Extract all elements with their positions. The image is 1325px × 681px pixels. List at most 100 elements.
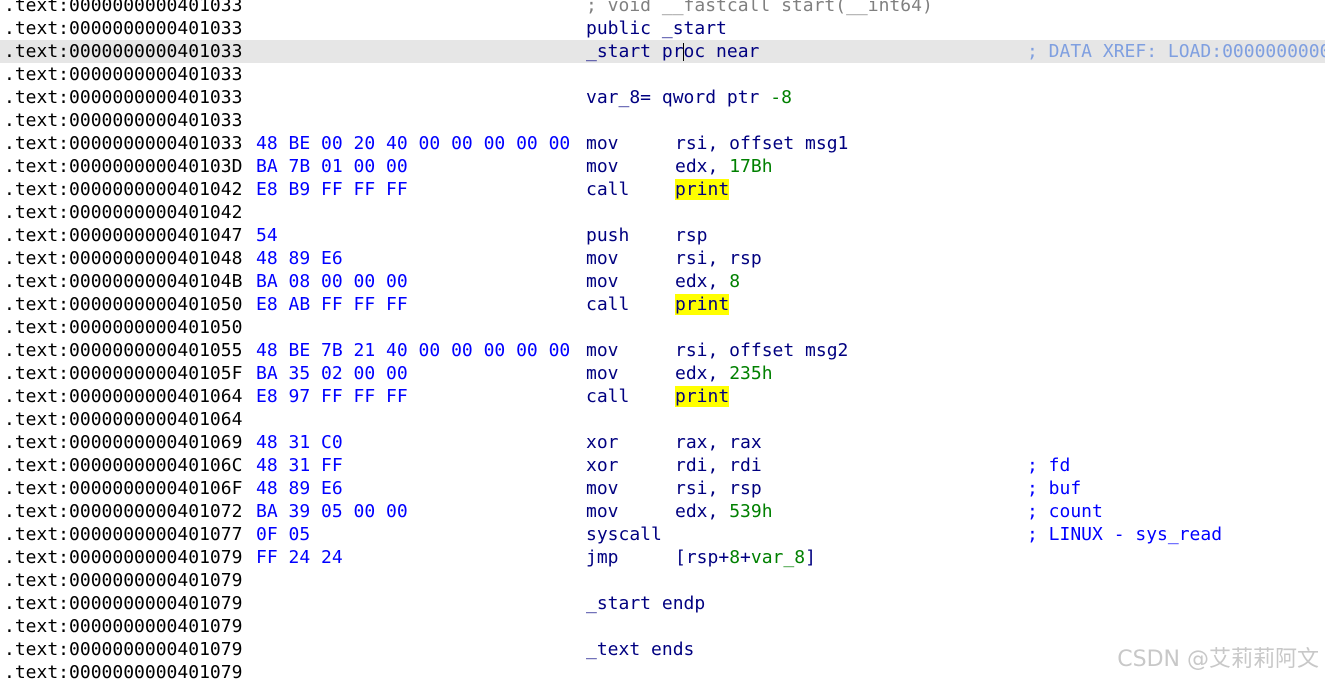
row-address[interactable]: .text:0000000000401079	[4, 569, 242, 592]
row-mnemonic[interactable]: public _start	[586, 17, 727, 40]
row-address[interactable]: .text:0000000000401047	[4, 224, 242, 247]
symbol-print[interactable]: print	[675, 179, 730, 200]
row-mnemonic[interactable]: mov	[586, 362, 619, 385]
row-operands[interactable]: print	[675, 293, 730, 316]
symbol-print[interactable]: print	[675, 386, 730, 407]
row-mnemonic[interactable]: mov	[586, 270, 619, 293]
row-address[interactable]: .text:0000000000401048	[4, 247, 242, 270]
row-mnemonic[interactable]: push	[586, 224, 629, 247]
row-operands[interactable]: rsi, offset msg2	[675, 339, 848, 362]
row-address[interactable]: .text:0000000000401064	[4, 385, 242, 408]
row-address[interactable]: .text:0000000000401079	[4, 638, 242, 661]
row-address[interactable]: .text:0000000000401050	[4, 316, 242, 339]
row-address[interactable]: .text:0000000000401033	[4, 0, 242, 17]
row-mnemonic[interactable]: call	[586, 178, 629, 201]
row-address[interactable]: .text:0000000000401050	[4, 293, 242, 316]
row-address[interactable]: .text:000000000040106C	[4, 454, 242, 477]
listing-row[interactable]: .text:000000000040103D BA 7B 01 00 00 mov e…	[0, 155, 1325, 178]
row-address[interactable]: .text:0000000000401033	[4, 40, 242, 63]
row-address[interactable]: .text:0000000000401033	[4, 17, 242, 40]
row-operands[interactable]: rsi, offset msg1	[675, 132, 848, 155]
listing-row[interactable]: .text:0000000000401033 ; void __fastcall …	[0, 0, 1325, 17]
row-address[interactable]: .text:0000000000401079	[4, 615, 242, 638]
row-mnemonic[interactable]: call	[586, 385, 629, 408]
row-operands[interactable]: rsp	[675, 224, 708, 247]
listing-row[interactable]: .text:0000000000401033 48 BE 00 20 40 00 …	[0, 132, 1325, 155]
listing-row[interactable]: .text:0000000000401042	[0, 201, 1325, 224]
row-address[interactable]: .text:000000000040106F	[4, 477, 242, 500]
disassembly-listing[interactable]: .text:0000000000401033 ; void __fastcall …	[0, 0, 1325, 681]
row-address[interactable]: .text:0000000000401079	[4, 661, 242, 681]
listing-row[interactable]: .text:0000000000401064	[0, 408, 1325, 431]
listing-row[interactable]: .text:0000000000401048 48 89 E6 mov rsi, rs…	[0, 247, 1325, 270]
row-address[interactable]: .text:000000000040105F	[4, 362, 242, 385]
row-operands[interactable]: print	[675, 385, 730, 408]
listing-row[interactable]: .text:0000000000401042 E8 B9 FF FF FF call…	[0, 178, 1325, 201]
row-operands[interactable]: edx, 539h	[675, 500, 773, 523]
listing-row[interactable]: .text:0000000000401033	[0, 63, 1325, 86]
row-mnemonic[interactable]: mov	[586, 247, 619, 270]
row-mnemonic[interactable]: mov	[586, 132, 619, 155]
row-operands[interactable]: edx, 8	[675, 270, 740, 293]
listing-row[interactable]: .text:000000000040106C 48 31 FF xor rdi, rd…	[0, 454, 1325, 477]
row-mnemonic[interactable]: _start endp	[586, 592, 705, 615]
listing-row[interactable]: .text:000000000040104B BA 08 00 00 00 mov e…	[0, 270, 1325, 293]
row-operands[interactable]: edx, 17Bh	[675, 155, 773, 178]
listing-row[interactable]: .text:0000000000401079 _start endp	[0, 592, 1325, 615]
row-address[interactable]: .text:0000000000401077	[4, 523, 242, 546]
row-operands[interactable]: rsi, rsp	[675, 477, 762, 500]
listing-row[interactable]: .text:0000000000401047 54 push rsp	[0, 224, 1325, 247]
listing-row[interactable]: .text:0000000000401069 48 31 C0 xor rax, ra…	[0, 431, 1325, 454]
listing-row[interactable]: .text:0000000000401079	[0, 569, 1325, 592]
row-address[interactable]: .text:000000000040104B	[4, 270, 242, 293]
row-address[interactable]: .text:0000000000401033	[4, 86, 242, 109]
listing-row[interactable]: .text:000000000040106F 48 89 E6 mov rsi, rs…	[0, 477, 1325, 500]
row-mnemonic[interactable]: mov	[586, 339, 619, 362]
row-mnemonic[interactable]: ; void __fastcall start(__int64)	[586, 0, 933, 17]
listing-row[interactable]: .text:0000000000401033	[0, 109, 1325, 132]
row-address[interactable]: .text:0000000000401042	[4, 178, 242, 201]
row-address[interactable]: .text:0000000000401033	[4, 132, 242, 155]
row-operands[interactable]: print	[675, 178, 730, 201]
row-address[interactable]: .text:0000000000401033	[4, 109, 242, 132]
row-address[interactable]: .text:0000000000401042	[4, 201, 242, 224]
listing-row[interactable]: .text:0000000000401050	[0, 316, 1325, 339]
row-address[interactable]: .text:0000000000401069	[4, 431, 242, 454]
row-mnemonic[interactable]: _text ends	[586, 638, 694, 661]
row-operands[interactable]: edx, 235h	[675, 362, 773, 385]
listing-row[interactable]: .text:0000000000401079 FF 24 24 jmp [rsp+8+…	[0, 546, 1325, 569]
row-address[interactable]: .text:000000000040103D	[4, 155, 242, 178]
listing-row[interactable]: .text:0000000000401079	[0, 615, 1325, 638]
listing-row[interactable]: .text:0000000000401055 48 BE 7B 21 40 00 …	[0, 339, 1325, 362]
row-mnemonic[interactable]: xor	[586, 454, 619, 477]
row-address[interactable]: .text:0000000000401079	[4, 546, 242, 569]
row-mnemonic[interactable]: mov	[586, 477, 619, 500]
listing-row[interactable]: .text:0000000000401050 E8 AB FF FF FF call…	[0, 293, 1325, 316]
row-opcode-bytes: 0F 05	[256, 524, 311, 545]
row-address[interactable]: .text:0000000000401079	[4, 592, 242, 615]
listing-row[interactable]: .text:0000000000401077 0F 05 syscall ; LINU…	[0, 523, 1325, 546]
row-operands[interactable]: [rsp+8+var_8]	[675, 546, 816, 569]
row-address[interactable]: .text:0000000000401033	[4, 63, 242, 86]
row-mnemonic[interactable]: syscall	[586, 523, 662, 546]
row-mnemonic[interactable]: var_8= qword ptr -8	[586, 86, 792, 109]
row-mnemonic[interactable]: jmp	[586, 546, 619, 569]
row-mnemonic[interactable]: mov	[586, 155, 619, 178]
listing-row[interactable]: .text:0000000000401033 public _start	[0, 17, 1325, 40]
row-mnemonic[interactable]: call	[586, 293, 629, 316]
listing-row[interactable]: .text:0000000000401072 BA 39 05 00 00 mov e…	[0, 500, 1325, 523]
listing-row[interactable]: .text:0000000000401033 _start proc near ; …	[0, 40, 1325, 63]
row-operands[interactable]: rsi, rsp	[675, 247, 762, 270]
row-mnemonic[interactable]: mov	[586, 500, 619, 523]
row-address[interactable]: .text:0000000000401064	[4, 408, 242, 431]
row-address[interactable]: .text:0000000000401055	[4, 339, 242, 362]
row-mnemonic[interactable]: xor	[586, 431, 619, 454]
listing-row[interactable]: .text:0000000000401064 E8 97 FF FF FF call…	[0, 385, 1325, 408]
row-operands[interactable]: rax, rax	[675, 431, 762, 454]
row-mnemonic[interactable]: _start proc near	[586, 40, 759, 63]
listing-row[interactable]: .text:0000000000401033 var_8= qword ptr -…	[0, 86, 1325, 109]
row-address[interactable]: .text:0000000000401072	[4, 500, 242, 523]
listing-row[interactable]: .text:000000000040105F BA 35 02 00 00 mov e…	[0, 362, 1325, 385]
row-operands[interactable]: rdi, rdi	[675, 454, 762, 477]
symbol-print[interactable]: print	[675, 294, 730, 315]
